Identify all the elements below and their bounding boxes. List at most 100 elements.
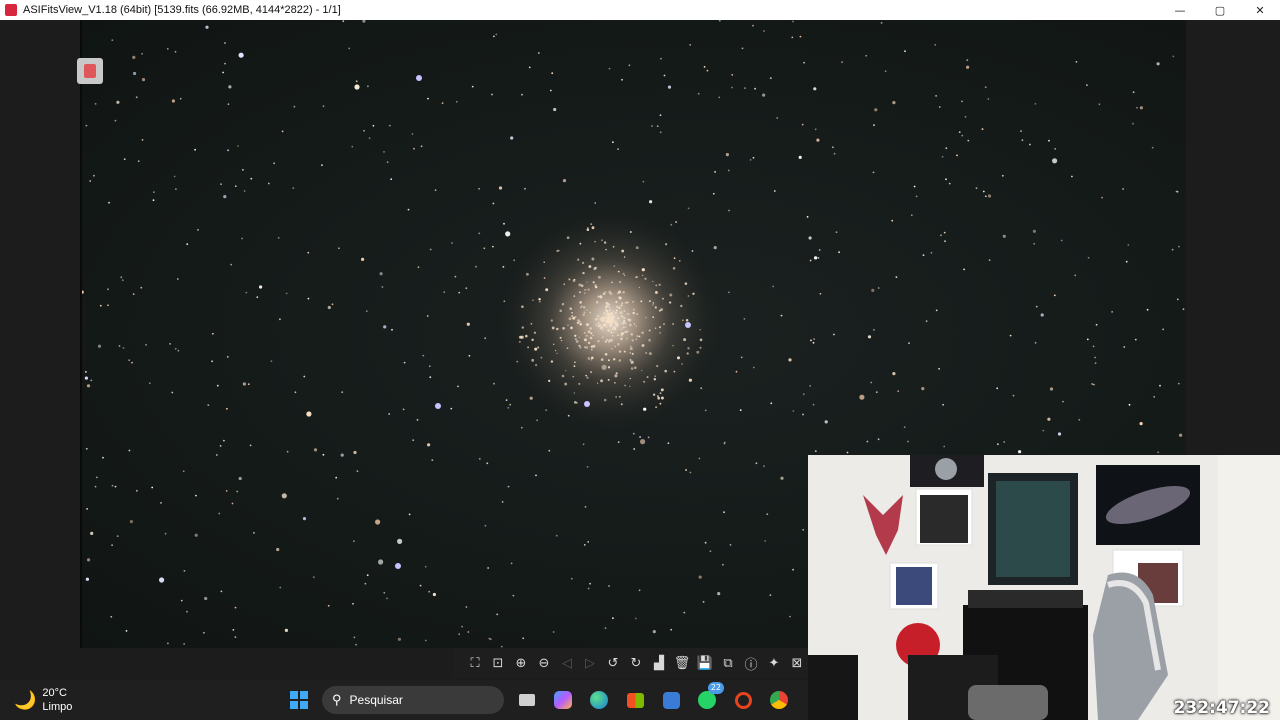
star	[90, 379, 93, 382]
bright-star	[416, 75, 422, 81]
star	[1095, 323, 1098, 326]
star	[749, 159, 752, 161]
cluster-star	[587, 357, 591, 360]
zoom-out-icon[interactable]: ⊖	[534, 653, 554, 673]
rotate-right-icon[interactable]: ↻	[626, 653, 646, 673]
star	[620, 328, 623, 331]
star	[907, 440, 909, 443]
office-icon[interactable]	[730, 687, 756, 713]
star	[234, 636, 237, 638]
delete-icon[interactable]: 🗑	[672, 653, 692, 673]
search-input[interactable]: ⚲ Pesquisar	[322, 686, 504, 714]
crosshair-icon[interactable]: ⊠	[787, 653, 807, 673]
fit-to-window-icon[interactable]: ⛶	[465, 653, 485, 673]
star	[1052, 158, 1058, 164]
star	[984, 86, 987, 89]
cluster-star	[653, 378, 657, 381]
cluster-star	[597, 324, 601, 328]
star	[938, 367, 940, 370]
cluster-star	[625, 301, 627, 304]
star	[731, 74, 734, 76]
cluster-star	[662, 297, 664, 300]
star	[484, 337, 487, 340]
star	[780, 476, 784, 480]
star	[1136, 106, 1138, 109]
star	[85, 447, 88, 450]
close-button[interactable]: ✕	[1240, 0, 1280, 20]
edge-icon[interactable]	[586, 687, 612, 713]
cluster-star	[636, 335, 639, 338]
star	[226, 407, 228, 410]
star	[966, 65, 970, 69]
star	[608, 585, 610, 587]
star	[94, 485, 97, 488]
info-icon[interactable]: ⓘ	[741, 653, 761, 673]
zoom-in-icon[interactable]: ⊕	[511, 653, 531, 673]
cluster-star	[699, 346, 702, 349]
cluster-star	[586, 228, 590, 232]
previous-image-icon[interactable]: ◁	[557, 653, 577, 673]
cluster-star	[589, 336, 593, 340]
cluster-star	[622, 272, 625, 275]
cluster-star	[545, 288, 549, 292]
star	[938, 106, 941, 108]
star	[963, 268, 965, 271]
actual-size-icon[interactable]: ⊡	[488, 653, 508, 673]
star	[408, 513, 411, 516]
cluster-star	[645, 352, 648, 354]
cluster-star	[620, 337, 623, 341]
cluster-star	[532, 299, 534, 302]
star	[281, 493, 287, 499]
cluster-star	[586, 323, 589, 327]
star	[866, 440, 869, 443]
star-detect-icon[interactable]: ✦	[764, 653, 784, 673]
store-icon[interactable]	[622, 687, 648, 713]
star	[225, 490, 228, 492]
cluster-star	[585, 346, 589, 349]
layer-badge-icon[interactable]	[77, 58, 103, 84]
star	[434, 189, 437, 192]
chrome-icon[interactable]	[766, 687, 792, 713]
copilot-icon[interactable]	[550, 687, 576, 713]
whatsapp-icon[interactable]: 22	[694, 682, 724, 713]
next-image-icon[interactable]: ▷	[580, 653, 600, 673]
start-icon[interactable]	[286, 687, 312, 713]
cluster-star	[612, 358, 616, 361]
star	[153, 191, 155, 194]
stretch-icon[interactable]: ⧉	[718, 653, 738, 673]
star	[237, 145, 240, 147]
star	[270, 360, 273, 363]
star	[219, 445, 222, 447]
star	[870, 381, 873, 384]
cluster-star	[585, 288, 587, 291]
bright-star	[685, 322, 691, 328]
cluster-star	[641, 369, 643, 372]
star	[922, 254, 925, 256]
star	[832, 146, 834, 149]
rotate-left-icon[interactable]: ↺	[603, 653, 623, 673]
star	[306, 411, 312, 417]
cluster-star	[633, 308, 635, 311]
histogram-icon[interactable]: ▟	[649, 653, 669, 673]
star	[285, 292, 288, 295]
task-view-icon[interactable]	[514, 687, 540, 713]
star	[1002, 234, 1006, 238]
weather-widget[interactable]: 🌙 20°C Limpo	[14, 686, 72, 714]
star	[1094, 356, 1096, 359]
cluster-star	[654, 327, 657, 329]
cluster-star	[630, 333, 633, 336]
cluster-star	[550, 319, 553, 322]
star	[1125, 260, 1128, 263]
star	[388, 413, 391, 415]
app-icon[interactable]	[658, 687, 684, 713]
star	[548, 449, 551, 452]
star	[806, 216, 809, 218]
star	[381, 286, 384, 288]
star	[183, 643, 185, 645]
cluster-star	[622, 316, 626, 320]
maximize-button[interactable]: ▢	[1200, 0, 1240, 20]
save-icon[interactable]: 💾	[695, 653, 715, 673]
cluster-star	[603, 398, 607, 402]
minimize-button[interactable]: —	[1160, 0, 1200, 20]
cluster-star	[557, 249, 560, 252]
